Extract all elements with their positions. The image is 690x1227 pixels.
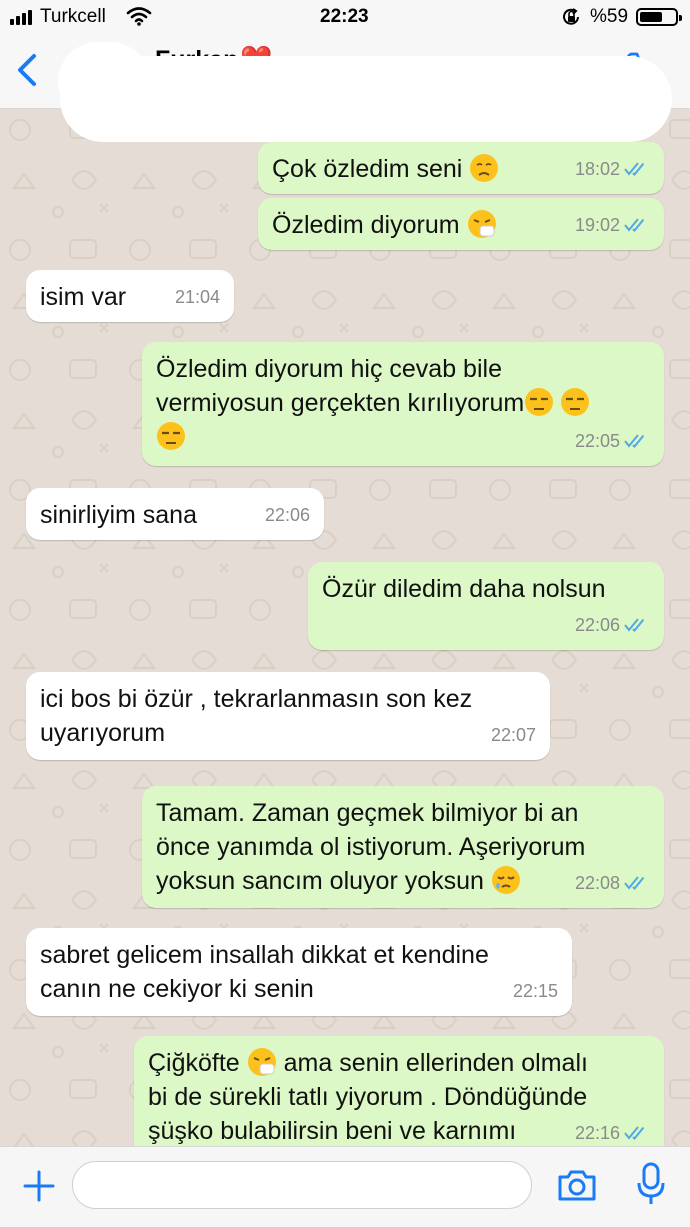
unamused-face-emoji xyxy=(561,388,590,416)
read-ticks-icon xyxy=(624,434,645,448)
unamused-face-emoji xyxy=(525,388,554,416)
incoming-message[interactable]: sinirliyim sana 22:06 xyxy=(26,488,324,540)
message-time: 22:07 xyxy=(490,725,536,745)
message-time: 22:06 xyxy=(574,615,620,635)
outgoing-message[interactable]: Çok özledim seni 18:02 xyxy=(258,142,664,194)
redaction-scribble xyxy=(60,56,672,142)
message-time: 18:02 xyxy=(574,159,620,179)
message-time: 22:05 xyxy=(574,431,620,451)
message-meta: 18:02 xyxy=(575,152,650,186)
sneezing-face-emoji xyxy=(247,1048,276,1076)
signal-bars-icon xyxy=(10,10,32,25)
outgoing-message[interactable]: Özledim diyorum 19:02 xyxy=(258,198,664,250)
plus-icon[interactable] xyxy=(22,1169,56,1203)
read-ticks-icon xyxy=(624,618,645,632)
message-line-text: vermiyosun gerçekten kırılıyorum xyxy=(156,389,525,417)
disappointed-face-emoji xyxy=(470,154,499,182)
microphone-icon[interactable] xyxy=(636,1161,666,1207)
message-line: sabret gelicem insallah dikkat et kendin… xyxy=(40,941,489,969)
read-ticks-icon xyxy=(624,876,645,890)
message-meta: 19:02 xyxy=(575,208,650,242)
message-line: Tamam. Zaman geçmek bilmiyor bi an xyxy=(156,799,579,827)
outgoing-message[interactable]: Özür diledim daha nolsun 22:06 xyxy=(308,562,664,650)
battery-icon xyxy=(636,8,682,26)
message-meta: 22:06 xyxy=(575,608,650,642)
sneezing-face-emoji xyxy=(467,210,496,238)
unamused-face-emoji xyxy=(157,422,185,450)
read-ticks-icon xyxy=(624,218,645,232)
back-chevron-icon[interactable] xyxy=(10,48,46,92)
rotation-lock-icon xyxy=(563,8,579,25)
message-meta: 22:07 xyxy=(491,718,536,752)
camera-icon[interactable] xyxy=(556,1167,598,1203)
message-meta: 21:04 xyxy=(175,280,220,314)
message-line: önce yanımda ol istiyorum. Aşeriyorum xyxy=(156,833,586,861)
read-ticks-icon xyxy=(624,1126,645,1140)
incoming-message[interactable]: isim var 21:04 xyxy=(26,270,234,322)
composer-bar xyxy=(0,1146,690,1227)
message-meta: 22:05 xyxy=(575,424,650,458)
message-meta: 22:08 xyxy=(575,866,650,900)
message-line-text: yoksun sancım oluyor yoksun xyxy=(156,867,484,895)
message-meta: 22:16 xyxy=(575,1116,650,1146)
message-line-text: ama senin ellerinden olmalı xyxy=(283,1049,588,1077)
status-time: 22:23 xyxy=(320,6,369,27)
message-line: uyarıyorum xyxy=(40,719,166,747)
message-text: isim var xyxy=(40,283,127,311)
message-line: canın ne cekiyor ki senin xyxy=(40,975,314,1003)
message-input[interactable] xyxy=(72,1161,532,1209)
message-time: 21:04 xyxy=(174,287,220,307)
message-text: sinirliyim sana xyxy=(40,501,197,529)
message-line: Özledim diyorum hiç cevab bile xyxy=(156,355,502,383)
message-meta: 22:15 xyxy=(513,974,558,1008)
message-time: 22:08 xyxy=(574,873,620,893)
wifi-icon xyxy=(126,7,152,26)
message-line: Çiğköfte ama senin ellerinden olmalı xyxy=(148,1046,650,1080)
battery-percent: %59 xyxy=(590,6,629,27)
outgoing-message[interactable]: Çiğköfte ama senin ellerinden olmalı bi … xyxy=(134,1036,664,1146)
incoming-message[interactable]: sabret gelicem insallah dikkat et kendin… xyxy=(26,928,572,1016)
read-ticks-icon xyxy=(624,162,645,176)
outgoing-message[interactable]: Tamam. Zaman geçmek bilmiyor bi an önce … xyxy=(142,786,664,908)
incoming-message[interactable]: ici bos bi özür , tekrarlanmasın son kez… xyxy=(26,672,550,760)
status-bar: Turkcell 22:23 %59 xyxy=(0,0,690,36)
message-time: 19:02 xyxy=(574,215,620,235)
outgoing-message[interactable]: Özledim diyorum hiç cevab bile vermiyosu… xyxy=(142,342,664,466)
message-text: Özür diledim daha nolsun xyxy=(322,575,606,603)
sleepy-face-emoji xyxy=(491,866,520,894)
message-list[interactable]: Çok özledim seni 18:02 Özledim diyorum 1… xyxy=(0,108,690,1146)
message-time: 22:15 xyxy=(512,981,558,1001)
carrier-name: Turkcell xyxy=(40,6,106,27)
message-text: Çok özledim seni xyxy=(272,155,463,183)
message-meta: 22:06 xyxy=(265,498,310,532)
message-line: bi de sürekli tatlı yiyorum . Döndüğünde xyxy=(148,1083,588,1111)
message-line: vermiyosun gerçekten kırılıyorum xyxy=(156,386,650,420)
message-text: Özledim diyorum xyxy=(272,211,460,239)
message-time: 22:16 xyxy=(574,1123,620,1143)
message-time: 22:06 xyxy=(264,505,310,525)
message-line-text: Çiğköfte xyxy=(148,1049,240,1077)
message-line: ici bos bi özür , tekrarlanmasın son kez xyxy=(40,685,473,713)
